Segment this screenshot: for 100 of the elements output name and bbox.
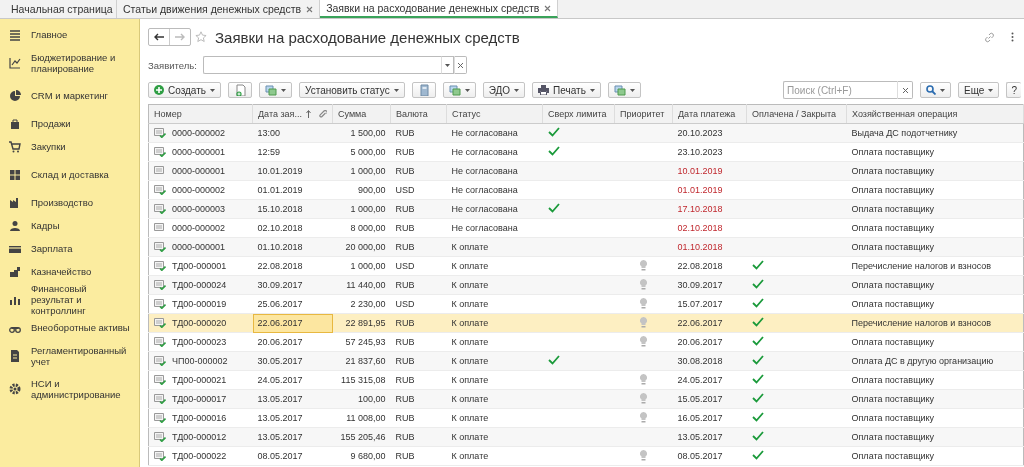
table-cell: RUB [395, 204, 415, 214]
search-button[interactable] [920, 82, 952, 98]
table-cell: 0000-000001 [172, 147, 226, 157]
table-cell: USD [395, 185, 415, 195]
table-cell: Оплата поставщику [851, 299, 935, 309]
link-icon[interactable] [984, 31, 995, 43]
table-row[interactable]: ТД00-000019 25.06.2017 2 230,00 USD К оплате 15.07.2017 Оплата поставщику [148, 294, 1024, 314]
table-cell: ТД00-000019 [172, 299, 227, 309]
sidebar-item[interactable]: Внеоборотные активы [0, 316, 139, 339]
close-icon[interactable] [544, 4, 552, 12]
table-cell: Выдача ДС подотчетнику [851, 128, 958, 138]
table-cell: 1 000,00 [350, 166, 386, 176]
sidebar-item[interactable]: Финансовый результат и контроллинг [0, 283, 139, 316]
table-row[interactable]: 0000-000002 01.01.2019 900,00 USD Не согласована 01.01.2019 Оплата поставщику [148, 180, 1024, 200]
table-cell: USD [395, 299, 415, 309]
sidebar-item[interactable]: Кадры [0, 214, 139, 237]
sidebar-item[interactable]: Склад и доставка [0, 158, 139, 191]
tab[interactable]: Начальная страница [0, 0, 117, 18]
applicant-field[interactable] [202, 56, 441, 74]
table-cell: 13:00 [257, 128, 281, 138]
dropdown-button[interactable] [442, 82, 476, 98]
table-cell: 15.05.2017 [677, 394, 723, 404]
table-cell: RUB [395, 223, 415, 233]
close-icon[interactable] [306, 5, 314, 13]
sidebar-item[interactable]: Бюджетирование и планирование [0, 46, 139, 79]
dropdown-button[interactable] [607, 82, 641, 98]
filter-label: Заявитель: [148, 59, 197, 71]
table-cell: 0000-000002 [172, 128, 226, 138]
create-button[interactable]: Создать [148, 82, 221, 98]
table-cell: Оплата поставщику [851, 413, 935, 423]
table-cell: 10.01.2019 [677, 166, 723, 176]
table-row[interactable]: 0000-000003 15.10.2018 1 000,00 RUB Не согласована 17.10.2018 Оплата поставщику [148, 199, 1024, 219]
table-cell: 20.10.2023 [677, 128, 723, 138]
plus-icon [154, 85, 164, 95]
table-row[interactable]: 0000-000001 12:59 5 000,00 RUB Не согласована 23.10.2023 Оплата поставщику [148, 142, 1024, 162]
sidebar-item[interactable]: Продажи [0, 112, 139, 135]
section-icon [9, 219, 21, 232]
caret-icon [988, 88, 994, 92]
table-cell: 08.05.2017 [257, 451, 303, 461]
table-row[interactable]: ТД00-000012 13.05.2017 155 205,46 RUB К оплате 13.05.2017 Оплата поставщику [148, 427, 1024, 447]
table-row[interactable]: ТД00-000021 24.05.2017 115 315,08 RUB К оплате 24.05.2017 Оплата поставщику [148, 370, 1024, 390]
sidebar-item[interactable]: Производство [0, 191, 139, 214]
table-cell: 100,00 [357, 394, 386, 404]
table-cell: 5 000,00 [350, 147, 386, 157]
table-cell: 01.10.2018 [677, 242, 723, 252]
table-row[interactable]: ТД00-000022 08.05.2017 9 680,00 RUB К оплате 08.05.2017 Оплата поставщику [148, 446, 1024, 466]
caret-icon [210, 88, 215, 92]
more-button[interactable]: Еще [958, 82, 1000, 98]
table-row[interactable]: ТД00-000017 13.05.2017 100,00 RUB К оплате 15.05.2017 Оплата поставщику [148, 389, 1024, 409]
more-icon[interactable] [1011, 32, 1014, 42]
table-cell: 08.05.2017 [677, 451, 723, 461]
table-row[interactable]: ТД00-000016 13.05.2017 11 008,00 RUB К оплате 16.05.2017 Оплата поставщику [148, 408, 1024, 428]
sidebar-item[interactable]: CRM и маркетинг [0, 79, 139, 112]
table-cell: К оплате [451, 375, 489, 385]
table-cell: RUB [395, 337, 415, 347]
table-row[interactable]: ТД00-000020 22.06.2017 22 891,95 RUB К оплате 22.06.2017 Перечисление налогов и взносов [148, 313, 1024, 333]
table-cell: Оплата поставщику [851, 451, 935, 461]
tab[interactable]: Заявки на расходование денежных средств [320, 0, 559, 18]
sidebar-item[interactable]: Закупки [0, 135, 139, 158]
table-cell: 01.01.2019 [677, 185, 723, 195]
search-field[interactable]: Поиск (Ctrl+F) [783, 81, 898, 99]
table-cell: Перечисление налогов и взносов [851, 318, 992, 328]
sort-arrow-icon [306, 109, 311, 118]
sidebar-item[interactable]: Казначейство [0, 260, 139, 283]
table-cell: ТД00-000001 [172, 261, 227, 271]
icon-button[interactable] [228, 82, 252, 98]
clear-icon[interactable] [457, 62, 463, 68]
table-cell: 2 230,00 [350, 299, 386, 309]
table-row[interactable]: 0000-000002 13:00 1 500,00 RUB Не согласована 20.10.2023 Выдача ДС подотчетнику [148, 123, 1024, 143]
section-icon [9, 382, 21, 395]
tab-label: Статьи движения денежных средств [123, 3, 302, 15]
caret-icon [393, 88, 399, 92]
sidebar-item[interactable]: Главное [0, 23, 139, 46]
table-cell: USD [395, 261, 415, 271]
star-icon[interactable] [195, 31, 207, 43]
clear-icon[interactable] [902, 87, 908, 93]
table-row[interactable]: 0000-000001 10.01.2019 1 000,00 RUB Не согласована 10.01.2019 Оплата поставщику [148, 161, 1024, 181]
column-header[interactable]: Номер [154, 109, 182, 119]
table-cell: RUB [395, 394, 415, 404]
caret-icon [464, 88, 470, 92]
dropdown-button[interactable] [259, 82, 292, 98]
table-row[interactable]: 0000-000002 02.10.2018 8 000,00 RUB Не согласована 02.10.2018 Оплата поставщику [148, 218, 1024, 238]
table-row[interactable]: ТД00-000024 30.09.2017 11 440,00 RUB К оплате 30.09.2017 Оплата поставщику [148, 275, 1024, 295]
documents-icon [265, 84, 277, 96]
print-button[interactable]: Печать [532, 82, 601, 98]
toolbar-button[interactable]: ЭДО [482, 82, 526, 98]
table-cell: 0000-000003 [172, 204, 226, 214]
sidebar-item[interactable]: Регламентированный учет [0, 339, 139, 372]
help-button[interactable]: ? [1006, 82, 1021, 98]
icon-button[interactable] [411, 82, 436, 98]
section-icon [9, 349, 21, 362]
sidebar-item[interactable]: Зарплата [0, 237, 139, 260]
toolbar-button[interactable]: Установить статус [299, 82, 405, 98]
table-row[interactable]: ТД00-000023 20.06.2017 57 245,93 RUB К оплате 20.06.2017 Оплата поставщику [148, 332, 1024, 352]
table-row[interactable]: ЧП00-000002 30.05.2017 21 837,60 RUB К оплате 30.08.2018 Оплата ДС в другую организацию [148, 351, 1024, 371]
table-row[interactable]: ТД00-000001 22.08.2018 1 000,00 USD К оплате 22.08.2018 Перечисление налогов и взносов [148, 256, 1024, 276]
table-cell: Оплата поставщику [851, 185, 935, 195]
table-row[interactable]: 0000-000001 01.10.2018 20 000,00 RUB К оплате 01.10.2018 Оплата поставщику [148, 237, 1024, 257]
sidebar-item[interactable]: НСИ и администрирование [0, 372, 139, 405]
column-header[interactable]: Статус [452, 109, 481, 119]
